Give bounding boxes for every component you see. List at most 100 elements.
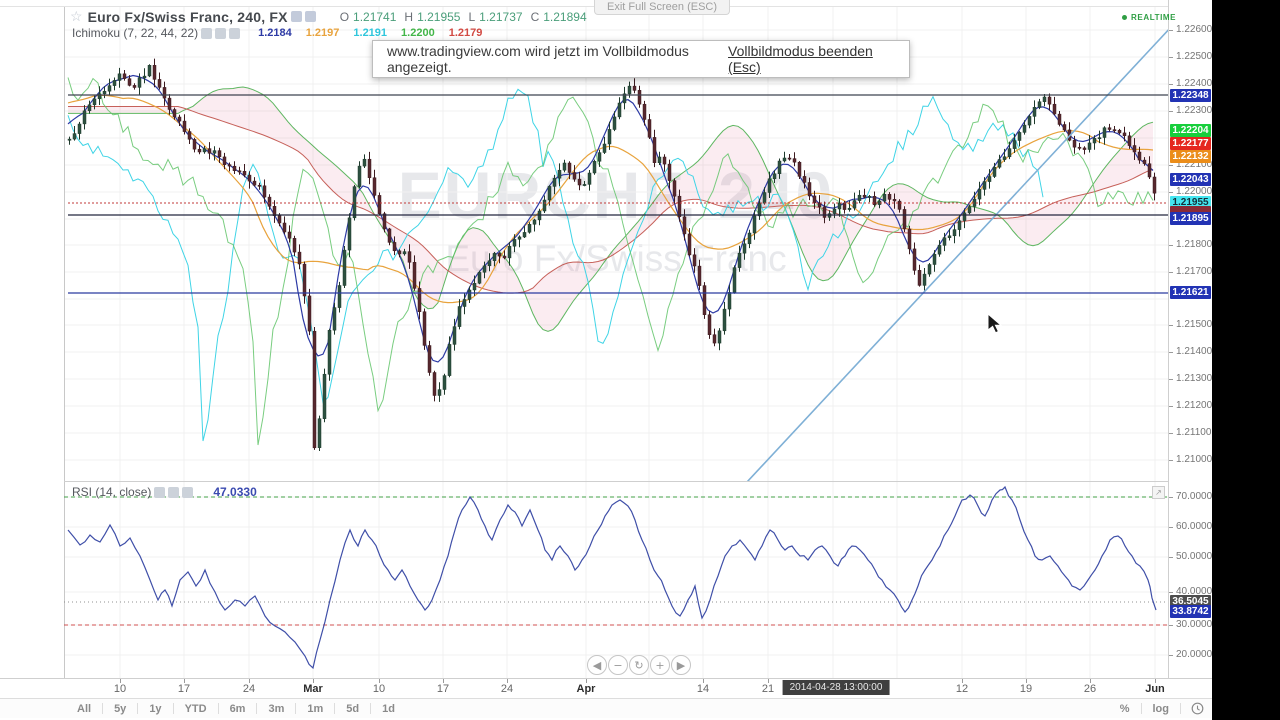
- time-tick-label: 24: [501, 683, 513, 695]
- symbol-settings-icon[interactable]: [291, 11, 302, 22]
- percent-scale-button[interactable]: %: [1109, 702, 1141, 716]
- time-tick-label: 19: [1020, 683, 1032, 695]
- axis-tick-mark: [1169, 379, 1173, 380]
- price-tick-label: 1.22400: [1176, 78, 1212, 89]
- zoom-out-button[interactable]: −: [608, 655, 628, 675]
- low-label: L: [468, 10, 475, 24]
- letterbox-right: [1212, 0, 1280, 720]
- price-tick-label: 1.22500: [1176, 51, 1212, 62]
- crosshair-date-badge: 2014-04-28 13:00:00: [783, 680, 890, 695]
- reset-view-button[interactable]: ↻: [629, 655, 649, 675]
- range-button-1y[interactable]: 1y: [138, 702, 172, 716]
- indicator-label[interactable]: Ichimoku (7, 22, 44, 22): [72, 26, 198, 40]
- price-axis[interactable]: 1.226001.225001.224001.223001.221001.220…: [1168, 0, 1213, 678]
- axis-tick-mark: [1169, 592, 1173, 593]
- time-tick-label: 21: [762, 683, 774, 695]
- chart-nav-buttons: ◀−↻+▶: [587, 655, 691, 675]
- rsi-label[interactable]: RSI (14, close): [72, 485, 151, 499]
- axis-tick-mark: [1169, 57, 1173, 58]
- symbol-info-icon[interactable]: [305, 11, 316, 22]
- indicator-settings-icon[interactable]: [215, 28, 226, 39]
- tradingview-fullscreen-window: EURCHF, 240 Euro Fx/Swiss Franc ☆ Euro F…: [0, 0, 1280, 720]
- exit-fullscreen-button[interactable]: Exit Full Screen (ESC): [594, 0, 730, 15]
- rsi-header-row: RSI (14, close) 47.0330: [72, 485, 257, 499]
- price-badge: 1.22043: [1170, 173, 1211, 186]
- price-badge: 1.21895: [1170, 212, 1211, 225]
- senkou-b-value: 1.2179: [449, 27, 483, 39]
- time-tick-label: 12: [956, 683, 968, 695]
- range-button-6m[interactable]: 6m: [219, 702, 257, 716]
- range-button-all[interactable]: All: [66, 702, 102, 716]
- close-value: 1.21894: [543, 10, 586, 24]
- hide-rsi-icon[interactable]: [154, 487, 165, 498]
- range-button-5d[interactable]: 5d: [335, 702, 370, 716]
- axis-tick-mark: [1169, 527, 1173, 528]
- axis-tick-mark: [1169, 352, 1173, 353]
- price-tick-label: 1.22600: [1176, 24, 1212, 35]
- time-axis[interactable]: 101724Mar101724Apr1421121926Jun2014-04-2…: [0, 678, 1212, 699]
- price-tick-label: 50.0000: [1176, 551, 1212, 562]
- axis-tick-mark: [1169, 655, 1173, 656]
- axis-tick-mark: [1169, 111, 1173, 112]
- axis-tick-mark: [1169, 433, 1173, 434]
- rsi-maximize-icon[interactable]: ↗: [1152, 486, 1165, 499]
- range-button-5y[interactable]: 5y: [103, 702, 137, 716]
- range-button-ytd[interactable]: YTD: [174, 702, 218, 716]
- fullscreen-banner: www.tradingview.com wird jetzt im Vollbi…: [372, 40, 910, 78]
- axis-tick-mark: [1169, 272, 1173, 273]
- low-value: 1.21737: [479, 10, 522, 24]
- axis-tick-mark: [1169, 557, 1173, 558]
- senkou-a-value: 1.2200: [401, 27, 435, 39]
- rsi-pane-canvas[interactable]: [0, 481, 1212, 678]
- axis-tick-mark: [1169, 84, 1173, 85]
- open-label: O: [340, 10, 349, 24]
- zoom-in-button[interactable]: +: [650, 655, 670, 675]
- time-tick-label: 17: [178, 683, 190, 695]
- log-scale-button[interactable]: log: [1142, 702, 1181, 716]
- price-badge: 1.21621: [1170, 286, 1211, 299]
- remove-indicator-icon[interactable]: [229, 28, 240, 39]
- axis-tick-mark: [1169, 625, 1173, 626]
- symbol-title[interactable]: Euro Fx/Swiss Franc, 240, FX: [88, 9, 288, 25]
- scale-selector: %log: [1109, 702, 1204, 716]
- range-button-3m[interactable]: 3m: [257, 702, 295, 716]
- remove-rsi-icon[interactable]: [182, 487, 193, 498]
- toolbar-divider: [1180, 703, 1181, 714]
- price-tick-label: 1.21100: [1176, 427, 1211, 438]
- indicator-row: Ichimoku (7, 22, 44, 22) 1.2184 1.2197 1…: [72, 26, 496, 40]
- realtime-label: REALTIME: [1131, 13, 1176, 22]
- banner-message: www.tradingview.com wird jetzt im Vollbi…: [387, 43, 728, 75]
- hide-indicator-icon[interactable]: [201, 28, 212, 39]
- rsi-settings-icon[interactable]: [168, 487, 179, 498]
- time-tick-label: 26: [1084, 683, 1096, 695]
- range-button-1m[interactable]: 1m: [296, 702, 334, 716]
- time-tick-label: 17: [437, 683, 449, 695]
- price-tick-label: 70.0000: [1176, 491, 1212, 502]
- kijun-value: 1.2197: [306, 27, 340, 39]
- scroll-left-button[interactable]: ◀: [587, 655, 607, 675]
- session-clock-icon[interactable]: [1191, 702, 1204, 715]
- price-badge: 1.22132: [1170, 150, 1211, 163]
- price-tick-label: 1.21500: [1176, 319, 1212, 330]
- price-badge: 1.22204: [1170, 124, 1211, 137]
- price-tick-label: 20.0000: [1176, 649, 1212, 660]
- price-tick-label: 1.21800: [1176, 239, 1212, 250]
- price-tick-label: 30.0000: [1176, 619, 1212, 630]
- indicator-values: 1.2184 1.2197 1.2191 1.2200 1.2179: [258, 27, 496, 39]
- price-tick-label: 1.21700: [1176, 266, 1212, 277]
- ohlc-values: O1.21741 H1.21955 L1.21737 C1.21894: [332, 10, 587, 24]
- pane-divider[interactable]: [64, 481, 1212, 482]
- time-tick-label: Apr: [577, 683, 596, 695]
- price-badge: 1.22177: [1170, 137, 1211, 150]
- axis-tick-mark: [1169, 406, 1173, 407]
- time-tick-label: 14: [697, 683, 709, 695]
- range-button-1d[interactable]: 1d: [371, 702, 406, 716]
- exit-fullscreen-link[interactable]: Vollbildmodus beenden (Esc): [728, 43, 895, 75]
- price-badge: 33.8742: [1170, 605, 1211, 618]
- favorite-star-icon[interactable]: ☆: [70, 8, 83, 25]
- scroll-right-button[interactable]: ▶: [671, 655, 691, 675]
- axis-tick-mark: [1169, 497, 1173, 498]
- high-label: H: [404, 10, 413, 24]
- rsi-value: 47.0330: [213, 485, 256, 499]
- axis-tick-mark: [1169, 245, 1173, 246]
